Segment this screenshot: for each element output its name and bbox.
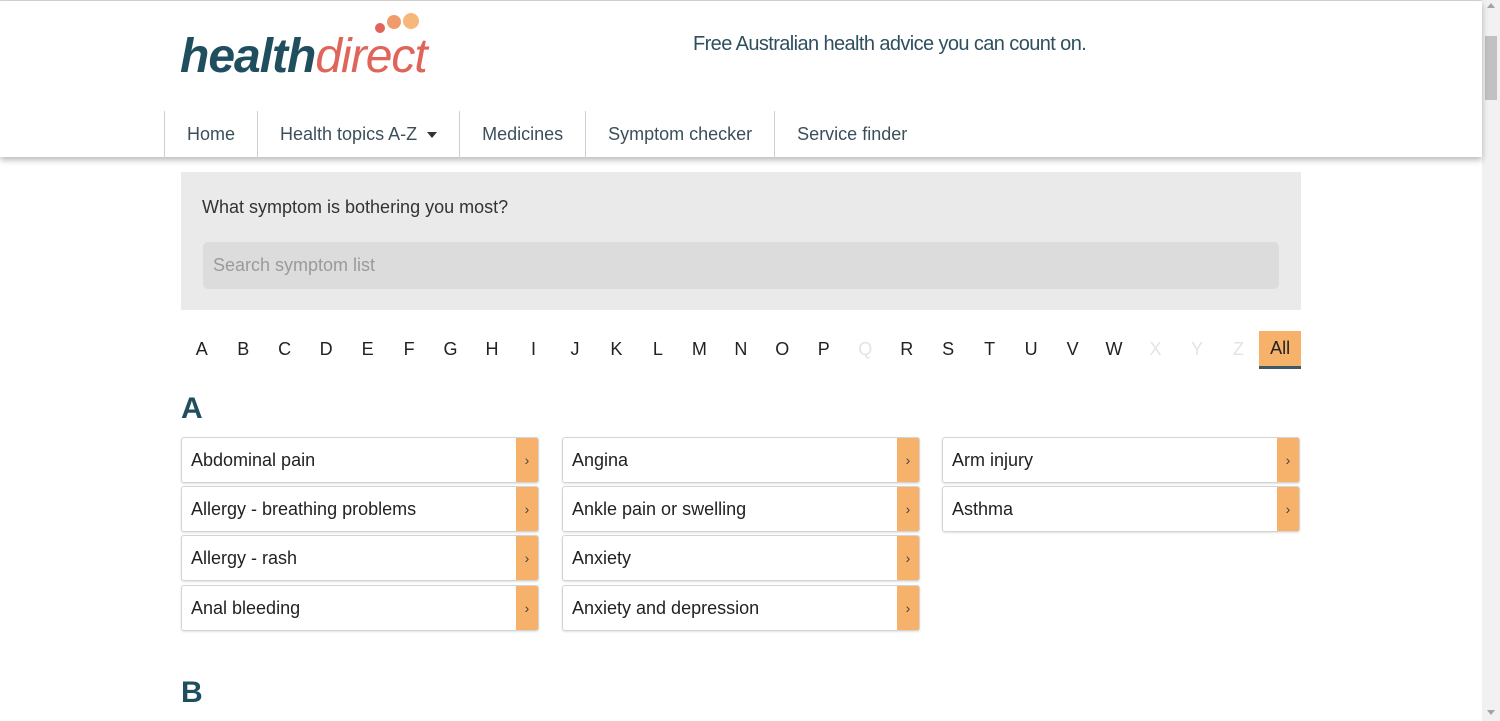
symptom-card-label: Abdominal pain [191,450,316,470]
scroll-thumb[interactable] [1485,36,1497,100]
chevron-right-icon: › [516,536,538,580]
symptom-card-label: Anxiety and depression [572,598,760,618]
az-filter-x: X [1149,338,1162,359]
caret-down-icon [427,131,438,138]
az-filter-w[interactable]: W [1093,331,1134,367]
symptom-search-input[interactable] [203,242,1279,289]
symptom-card[interactable]: Allergy - rash › [181,535,539,581]
search-question: What symptom is bothering you most? [202,197,509,217]
az-filter-o[interactable]: O [762,331,803,367]
az-filter-l[interactable]: L [637,331,678,367]
nav-home-label: Home [187,124,236,144]
az-filter-v[interactable]: V [1052,331,1093,367]
symptom-card[interactable]: Allergy - breathing problems › [181,486,539,532]
site-header: healthdirect Free Australian health advi… [0,1,1482,158]
az-filter-a[interactable]: A [181,331,222,367]
nav-service-finder-label: Service finder [797,124,908,144]
scroll-down-arrow-icon[interactable] [1487,710,1495,715]
az-filter-m[interactable]: M [679,331,720,367]
symptom-card-label: Arm injury [952,450,1034,470]
az-filter-i[interactable]: I [513,331,554,367]
symptom-card[interactable]: Ankle pain or swelling › [562,486,920,532]
chevron-right-icon: › [897,438,919,482]
symptom-card[interactable]: Arm injury › [942,437,1300,483]
az-filter-n[interactable]: N [720,331,761,367]
chevron-right-icon: › [516,586,538,630]
az-filter-y: Y [1190,338,1203,359]
chevron-right-icon: › [516,487,538,531]
section-heading-a: A [181,392,203,425]
az-filter-b[interactable]: B [222,331,263,367]
az-filter-t[interactable]: T [969,331,1010,367]
symptom-card[interactable]: Anxiety and depression › [562,585,920,631]
chevron-right-icon: › [897,487,919,531]
alphabet-filter: A B C D E F G H I J K L M N O P Q R S T U V W X Y Z All [181,331,1302,369]
symptom-card-label: Anal bleeding [191,598,301,618]
logo-part-health: health [180,30,316,83]
chevron-right-icon: › [516,438,538,482]
nav-service-finder[interactable]: Service finder [774,111,929,158]
az-filter-k[interactable]: K [596,331,637,367]
az-filter-f[interactable]: F [388,331,429,367]
symptom-card-label: Ankle pain or swelling [572,499,747,519]
chevron-right-icon: › [1277,438,1299,482]
symptom-card[interactable]: Anal bleeding › [181,585,539,631]
logo-wordmark: healthdirect [180,29,428,84]
az-filter-j[interactable]: J [554,331,595,367]
symptom-card[interactable]: Abdominal pain › [181,437,539,483]
nav-symptom-checker[interactable]: Symptom checker [585,111,774,158]
az-filter-d[interactable]: D [305,331,346,367]
az-filter-all[interactable]: All [1259,331,1302,369]
scroll-up-arrow-icon[interactable] [1487,3,1495,8]
symptom-search-panel: What symptom is bothering you most? [181,172,1301,310]
nav-medicines[interactable]: Medicines [459,111,585,158]
nav-health-topics-label: Health topics A-Z [280,124,418,144]
symptom-list-a: Abdominal pain › Allergy - breathing probl… [181,437,1301,637]
symptom-card-label: Allergy - breathing problems [191,499,417,519]
symptom-card[interactable]: Angina › [562,437,920,483]
az-filter-q: Q [858,338,873,359]
chevron-right-icon: › [897,586,919,630]
az-filter-u[interactable]: U [1010,331,1051,367]
nav-home[interactable]: Home [164,111,257,158]
tagline: Free Australian health advice you can co… [693,33,1087,55]
chevron-right-icon: › [1277,487,1299,531]
main-nav: Home Health topics A-Z Medicines Symptom… [164,111,929,158]
symptom-card[interactable]: Asthma › [942,486,1300,532]
symptom-card-label: Anxiety [572,548,632,568]
az-filter-r[interactable]: R [886,331,927,367]
nav-health-topics[interactable]: Health topics A-Z [257,111,459,158]
symptom-card[interactable]: Anxiety › [562,535,920,581]
nav-symptom-checker-label: Symptom checker [608,124,753,144]
nav-medicines-label: Medicines [482,124,564,144]
az-filter-e[interactable]: E [347,331,388,367]
symptom-card-label: Angina [572,450,629,470]
symptom-card-label: Allergy - rash [191,548,298,568]
az-filter-h[interactable]: H [471,331,512,367]
symptom-card-label: Asthma [952,499,1014,519]
vertical-scrollbar[interactable] [1482,0,1500,721]
chevron-right-icon: › [897,536,919,580]
az-filter-c[interactable]: C [264,331,305,367]
az-filter-z: Z [1232,338,1244,359]
az-filter-s[interactable]: S [927,331,968,367]
az-filter-g[interactable]: G [430,331,471,367]
healthdirect-logo[interactable]: healthdirect [180,11,460,86]
logo-part-direct: direct [315,30,427,83]
az-filter-p[interactable]: P [803,331,844,367]
section-heading-b: B [181,676,203,709]
